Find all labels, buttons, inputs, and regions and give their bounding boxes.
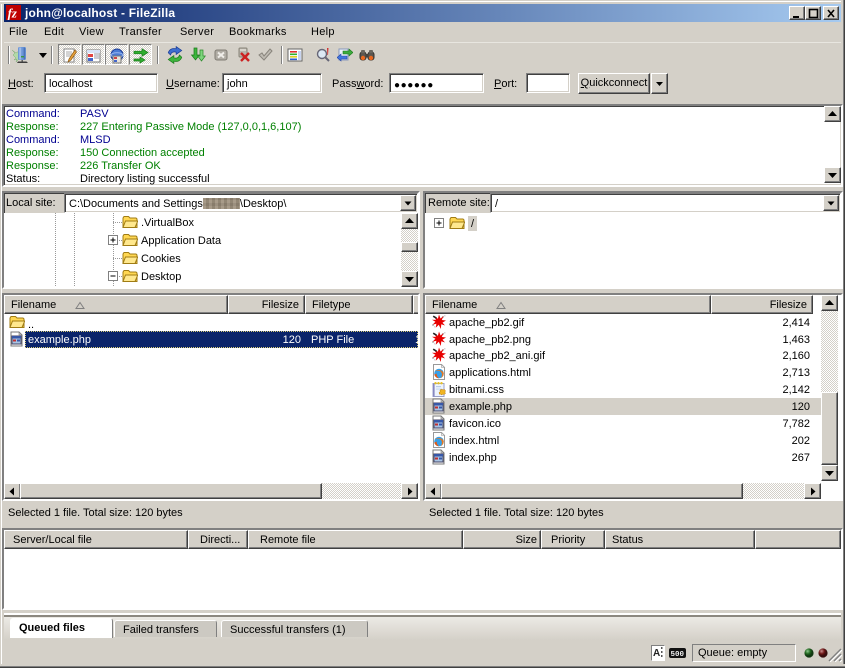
svg-text:fz: fz — [8, 6, 17, 20]
svg-text:A: A — [653, 648, 660, 659]
svg-text:500: 500 — [671, 651, 685, 658]
